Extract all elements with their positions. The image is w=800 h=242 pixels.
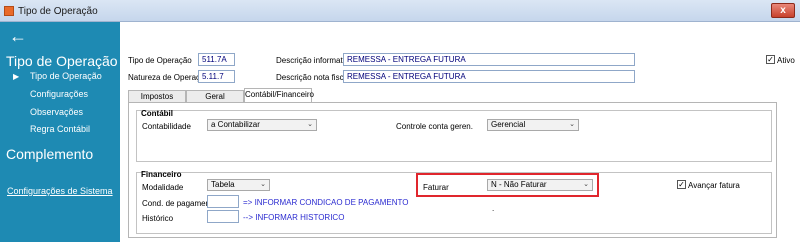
avancar-fatura-checkbox[interactable]: ✓ (677, 180, 686, 189)
tab-contabil-financeiro[interactable]: Contábil/Financeiro (244, 88, 314, 102)
tipo-operacao-field[interactable]: 511.7A (198, 53, 235, 66)
close-button[interactable]: x (771, 3, 795, 18)
sidebar-section-complemento: Complemento (6, 146, 94, 162)
financeiro-group-title: Financeiro (141, 170, 182, 179)
sidebar-item-observacoes[interactable]: Observações (30, 107, 83, 117)
sidebar-link-configuracoes-sistema[interactable]: Configurações de Sistema (7, 186, 113, 196)
contabilidade-value: a Contabilizar (211, 120, 260, 129)
tab-impostos[interactable]: Impostos (128, 90, 186, 102)
stray-dot: . (492, 204, 495, 213)
tipo-operacao-label: Tipo de Operação (128, 56, 192, 65)
ativo-checkbox[interactable]: ✓ (766, 55, 775, 64)
sidebar-item-configuracoes[interactable]: Configurações (30, 89, 88, 99)
controle-conta-label: Controle conta geren. (396, 122, 473, 131)
sidebar: ← Tipo de Operação ▶ Tipo de Operação Co… (0, 22, 120, 242)
historico-label: Histórico (142, 214, 174, 223)
window-title: Tipo de Operação (18, 6, 98, 17)
descricao-nota-fiscal-label: Descrição nota fiscal (276, 73, 350, 82)
cond-pagamento-field[interactable] (207, 195, 239, 208)
current-item-arrow-icon: ▶ (13, 72, 20, 81)
modalidade-label: Modalidade (142, 183, 184, 192)
controle-conta-select[interactable]: Gerencial ⌄ (487, 119, 579, 131)
historico-field[interactable] (207, 210, 239, 223)
descricao-informativa-field[interactable]: REMESSA - ENTREGA FUTURA (343, 53, 635, 66)
informar-historico-link[interactable]: --> INFORMAR HISTORICO (243, 213, 344, 222)
descricao-nota-fiscal-field[interactable]: REMESSA - ENTREGA FUTURA (343, 70, 635, 83)
controle-conta-value: Gerencial (491, 120, 526, 129)
chevron-down-icon: ⌄ (260, 181, 266, 188)
natureza-operacao-label: Natureza de Operação (128, 73, 209, 82)
natureza-operacao-field[interactable]: 5.11.7 (198, 70, 235, 83)
sidebar-item-regra-contabil[interactable]: Regra Contábil (30, 124, 90, 134)
ativo-label: Ativo (777, 56, 795, 65)
contabil-group (136, 110, 772, 162)
window-titlebar: Tipo de Operação x (0, 0, 800, 22)
avancar-fatura-label: Avançar fatura (688, 181, 740, 190)
cond-pagamento-label: Cond. de pagamento (142, 199, 217, 208)
chevron-down-icon: ⌄ (307, 121, 313, 128)
informar-condicao-link[interactable]: => INFORMAR CONDICAO DE PAGAMENTO (243, 198, 409, 207)
contabilidade-label: Contabilidade (142, 122, 191, 131)
faturar-highlight (416, 173, 599, 197)
chevron-down-icon: ⌄ (569, 121, 575, 128)
contabilidade-select[interactable]: a Contabilizar ⌄ (207, 119, 317, 131)
modalidade-select[interactable]: Tabela ⌄ (207, 179, 270, 191)
descricao-informativa-label: Descrição informativa (276, 56, 353, 65)
tab-geral[interactable]: Geral (186, 90, 244, 102)
contabil-group-title: Contábil (141, 109, 173, 118)
sidebar-heading: Tipo de Operação (6, 53, 118, 69)
sidebar-item-tipo-operacao[interactable]: Tipo de Operação (30, 71, 102, 81)
app-icon (4, 6, 14, 16)
modalidade-value: Tabela (211, 180, 235, 189)
back-arrow-icon[interactable]: ← (9, 27, 31, 45)
